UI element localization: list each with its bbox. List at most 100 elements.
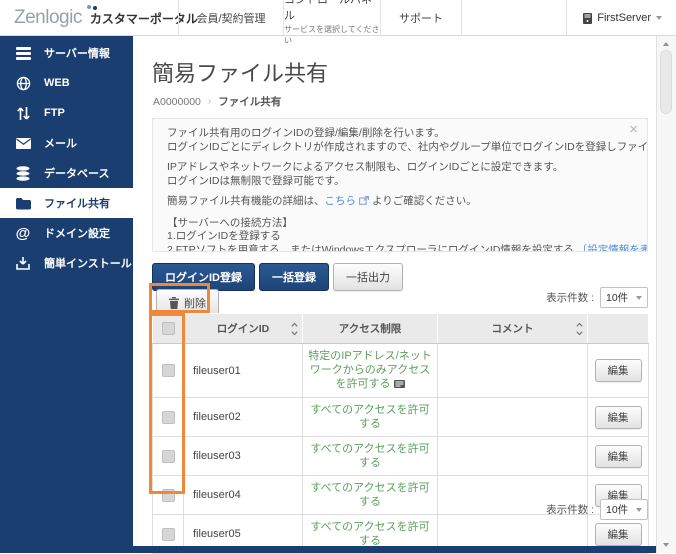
info-text: ログインIDは無制限で登録可能です。 — [167, 174, 345, 187]
bulk-register-button[interactable]: 一括登録 — [259, 263, 329, 291]
table-row: fileuser02 すべてのアクセスを許可する 編集 — [152, 397, 649, 437]
info-text: ログインIDごとにディレクトリが作成されますので、社内やグループ単位でログインI… — [167, 140, 648, 153]
at-icon: @ — [15, 224, 31, 242]
row-checkbox[interactable] — [161, 527, 175, 541]
main-content: 簡易ファイル共有 A0000000 › ファイル共有 × ファイル共有用のログイ… — [133, 36, 656, 554]
column-header-login-id: ログインID — [183, 313, 303, 344]
sidebar-item-domain-settings[interactable]: @ ドメイン設定 — [0, 218, 133, 248]
action-buttons: ログインID登録 一括登録 一括出力 — [152, 263, 403, 291]
sidebar-item-label: データベース — [44, 168, 110, 180]
login-id-cell: fileuser01 — [183, 343, 303, 398]
info-text: 簡易ファイル共有機能の詳細は、 — [167, 195, 325, 207]
breadcrumb-account[interactable]: A0000000 — [153, 96, 201, 108]
page-size-control: 表示件数 : 10件 — [546, 287, 648, 308]
up-down-arrows-icon — [15, 105, 31, 121]
login-id-register-button[interactable]: ログインID登録 — [152, 263, 255, 291]
nav-support[interactable]: サポート — [380, 0, 462, 36]
nav-sublabel: サービスを選択してください — [284, 24, 380, 45]
row-checkbox[interactable] — [161, 364, 175, 377]
details-link[interactable]: こちら — [325, 195, 357, 207]
sidebar-item-label: 簡単インストール — [44, 258, 132, 270]
sort-icon[interactable] — [576, 322, 583, 335]
sidebar-item-file-sharing[interactable]: ファイル共有 — [0, 188, 133, 218]
row-checkbox[interactable] — [161, 410, 175, 424]
nav-label: サポート — [399, 13, 443, 25]
table-header-row: ログインID アクセス制限 コメント — [152, 313, 649, 344]
comment-cell — [437, 343, 588, 398]
logo-text: Zenlogic — [14, 7, 82, 28]
close-icon[interactable]: × — [629, 122, 638, 137]
sidebar-item-label: サーバー情報 — [44, 48, 110, 60]
info-panel: × ファイル共有用のログインIDの登録/編集/削除を行います。 ログインIDごと… — [152, 118, 648, 252]
breadcrumb-current: ファイル共有 — [218, 96, 282, 108]
access-cell: すべてのアクセスを許可する — [302, 397, 438, 437]
nav-label: コントロールパネル — [284, 0, 372, 22]
page-size-select[interactable]: 10件 — [600, 499, 648, 520]
info-text: 1.ログインIDを登録する — [167, 230, 281, 242]
install-icon — [15, 255, 31, 271]
edit-button[interactable]: 編集 — [594, 359, 642, 382]
mail-icon — [15, 135, 31, 151]
info-text: よりご確認ください。 — [372, 195, 477, 207]
page-size-label: 表示件数 : — [546, 504, 594, 516]
sidebar-item-easy-install[interactable]: 簡単インストール — [0, 248, 133, 278]
zenlogic-logo: Zenlogic カスタマーポータル — [14, 0, 198, 36]
info-text: IPアドレスやネットワークによるアクセス制限も、ログインIDごとに設定できます。 — [167, 161, 564, 173]
column-header-access: アクセス制限 — [302, 313, 438, 344]
bulk-export-button[interactable]: 一括出力 — [333, 263, 403, 291]
page-size-label: 表示件数 : — [546, 292, 594, 304]
access-cell: すべてのアクセスを許可する — [302, 436, 438, 476]
header-nav: 会員/契約管理 コントロールパネル サービスを選択してください サポート — [178, 0, 462, 45]
login-id-cell: fileuser04 — [183, 475, 303, 515]
host-icon — [583, 12, 593, 24]
page-size-control: 表示件数 : 10件 — [546, 499, 648, 520]
sort-icon[interactable] — [291, 322, 298, 335]
nav-label: 会員/契約管理 — [196, 13, 266, 25]
table-row: fileuser03 すべてのアクセスを許可する 編集 — [152, 436, 649, 476]
breadcrumb-separator-icon: › — [207, 96, 212, 107]
footer-bar — [0, 546, 656, 553]
trash-icon — [169, 297, 179, 309]
page-size-select[interactable]: 10件 — [600, 287, 648, 308]
nav-control-panel[interactable]: コントロールパネル サービスを選択してください — [283, 0, 380, 45]
table-row: fileuser01 特定のIPアドレス/ネットワークからのみアクセスを許可する… — [152, 343, 649, 398]
page-size-value: 10件 — [606, 504, 629, 516]
sidebar-item-database[interactable]: データベース — [0, 158, 133, 188]
select-all-checkbox[interactable] — [161, 322, 175, 335]
top-header: Zenlogic カスタマーポータル 会員/契約管理 コントロールパネル サービ… — [0, 0, 676, 45]
page-size-value: 10件 — [606, 292, 629, 304]
row-checkbox[interactable] — [161, 449, 175, 463]
logo-dots-icon — [87, 5, 91, 9]
sidebar-item-label: WEB — [44, 77, 70, 89]
info-text: 【サーバーへの接続方法】 — [167, 216, 293, 229]
column-header-actions — [587, 313, 649, 344]
nav-member-contract[interactable]: 会員/契約管理 — [178, 0, 283, 36]
edit-button[interactable]: 編集 — [594, 444, 642, 468]
sidebar-item-mail[interactable]: メール — [0, 128, 133, 158]
chevron-down-icon — [636, 295, 642, 300]
column-header-comment: コメント — [437, 313, 588, 344]
scrollbar-thumb[interactable] — [660, 50, 672, 114]
chevron-down-icon — [636, 507, 642, 512]
edit-button[interactable]: 編集 — [594, 522, 642, 546]
sidebar: サーバー情報 WEB FTP メール データベース ファイル共有 @ ドメイン設… — [0, 36, 133, 553]
access-cell: 特定のIPアドレス/ネットワークからのみアクセスを許可する — [302, 343, 438, 398]
sidebar-item-label: FTP — [44, 107, 65, 119]
access-cell: すべてのアクセスを許可する — [302, 475, 438, 515]
config-info-link[interactable]: 〔設定情報を表示〕 — [577, 244, 647, 252]
comment-cell — [437, 436, 588, 476]
ip-list-icon — [393, 378, 405, 392]
login-id-cell: fileuser03 — [183, 436, 303, 476]
database-icon — [15, 165, 31, 181]
scroll-up-icon[interactable] — [663, 42, 669, 46]
account-menu[interactable]: FirstServer — [566, 0, 662, 36]
sidebar-item-server-info[interactable]: サーバー情報 — [0, 38, 133, 68]
row-checkbox[interactable] — [161, 488, 175, 502]
scroll-down-icon[interactable] — [663, 543, 669, 547]
scrollbar[interactable] — [656, 36, 676, 553]
sidebar-item-web[interactable]: WEB — [0, 68, 133, 98]
login-id-cell: fileuser02 — [183, 397, 303, 437]
edit-button[interactable]: 編集 — [594, 405, 642, 429]
info-text: ファイル共有用のログインIDの登録/編集/削除を行います。 — [167, 127, 445, 139]
sidebar-item-ftp[interactable]: FTP — [0, 98, 133, 128]
